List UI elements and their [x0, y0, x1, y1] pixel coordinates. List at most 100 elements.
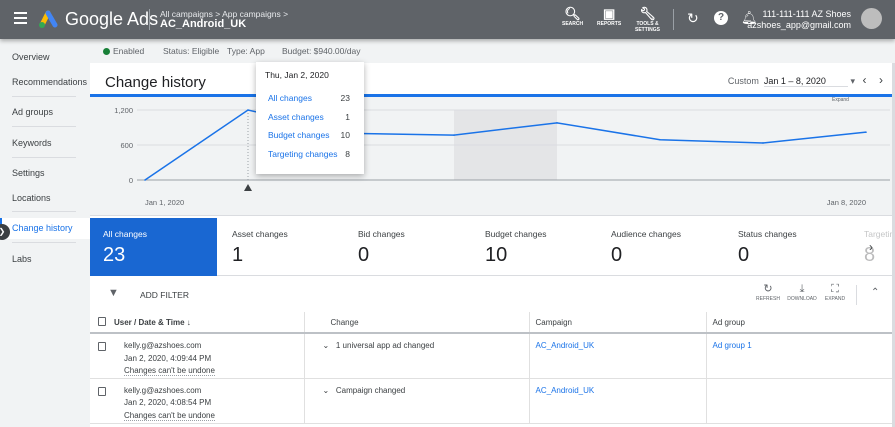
y-tick-label: 1,200: [114, 106, 133, 115]
undo-note[interactable]: Changes can't be undone: [124, 410, 215, 421]
campaign-status-bar: Enabled Status: Eligible Type: App Budge…: [90, 39, 895, 63]
divider: [12, 211, 76, 212]
chart-tooltip: Thu, Jan 2, 2020 All changes 23 Asset cha…: [256, 62, 364, 174]
download-icon: ⤓: [799, 283, 805, 295]
campaign-link[interactable]: AC_Android_UK: [536, 341, 595, 350]
filter-icon[interactable]: ▼: [108, 287, 119, 299]
select-all-checkbox[interactable]: [98, 317, 106, 326]
tooltip-row[interactable]: All changes 23: [268, 93, 350, 103]
sidebar: Overview Recommendations Ad groups Keywo…: [0, 39, 90, 427]
data-point: [144, 179, 146, 181]
row-checkbox[interactable]: [98, 342, 106, 351]
column-user-date-time[interactable]: User / Date & Time ↓: [90, 312, 305, 334]
search-icon: 🔍︎: [564, 6, 581, 21]
date-range-value[interactable]: Jan 1 – 8, 2020: [763, 76, 848, 87]
undo-note[interactable]: Changes can't be undone: [124, 366, 215, 376]
expand-row-chevron-icon[interactable]: ⌄: [323, 386, 330, 395]
user-email: kelly.g@azshoes.com: [124, 341, 202, 350]
page-title: Change history: [105, 74, 206, 91]
metric-asset-changes[interactable]: Asset changes 1: [219, 218, 346, 276]
download-button[interactable]: ⤓ DOWNLOAD: [787, 283, 817, 302]
fullscreen-icon: ⛶: [831, 283, 839, 295]
data-point: [556, 122, 558, 124]
help-icon[interactable]: ?: [714, 11, 728, 25]
expand-button[interactable]: ⛶ EXPAND: [820, 283, 850, 302]
sidebar-item-keywords[interactable]: Keywords: [12, 138, 52, 148]
eligibility-status: Status: Eligible: [163, 46, 220, 56]
collapse-chevron-icon[interactable]: ⌃: [871, 287, 879, 298]
change-chart: Expand 0 600 1,200 Jan 1, 2020 Jan 8, 2020: [90, 94, 895, 216]
divider: [12, 157, 76, 158]
tooltip-row[interactable]: Budget changes 10: [268, 130, 350, 140]
dropdown-icon[interactable]: ▾: [850, 76, 855, 86]
refresh-icon: ↻: [763, 283, 773, 295]
date-range-selector[interactable]: Custom Jan 1 – 8, 2020 ▾ ‹ ›: [728, 73, 883, 87]
metric-status-changes[interactable]: Status changes 0: [725, 218, 852, 276]
menu-icon[interactable]: [14, 12, 27, 26]
change-history-table: User / Date & Time ↓ Change Campaign Ad …: [90, 312, 895, 424]
wrench-icon: 🔧︎: [639, 6, 656, 21]
tools-settings-button[interactable]: 🔧︎ TOOLS & SETTINGS: [635, 6, 660, 34]
selected-date-triangle-icon: [244, 184, 252, 191]
change-description: Campaign changed: [335, 385, 406, 395]
budget[interactable]: Budget: $940.00/day: [282, 46, 360, 56]
top-bar: Google Ads All campaigns > App campaigns…: [0, 0, 895, 39]
metric-targeting-changes[interactable]: Targeting8: [851, 218, 895, 276]
column-campaign[interactable]: Campaign: [529, 312, 707, 334]
avatar[interactable]: [861, 8, 882, 29]
campaign-title[interactable]: AC_Android_UK: [160, 18, 246, 30]
column-change[interactable]: Change: [304, 312, 530, 334]
google-ads-logo: [39, 10, 58, 28]
user-email: kelly.g@azshoes.com: [124, 385, 202, 395]
table-row: kelly.g@azshoes.com Jan 2, 2020, 4:08:54 …: [90, 378, 895, 424]
tooltip-row[interactable]: Asset changes 1: [268, 112, 350, 122]
row-checkbox[interactable]: [98, 386, 106, 396]
expand-row-chevron-icon[interactable]: ⌄: [323, 341, 330, 350]
metric-budget-changes[interactable]: Budget changes 10: [472, 218, 599, 276]
change-datetime: Jan 2, 2020, 4:09:44 PM: [124, 353, 212, 363]
add-filter-button[interactable]: ADD FILTER: [140, 290, 189, 300]
tooltip-row[interactable]: Targeting changes 8: [268, 149, 350, 159]
ad-group-link[interactable]: Ad group 1: [713, 341, 752, 350]
reports-button[interactable]: ▣ REPORTS: [597, 7, 621, 28]
previous-period-icon[interactable]: ‹: [862, 73, 866, 87]
sidebar-item-recommendations[interactable]: Recommendations: [12, 77, 87, 87]
search-button[interactable]: 🔍︎ SEARCH: [562, 6, 583, 28]
table-header-row: User / Date & Time ↓ Change Campaign Ad …: [90, 312, 895, 334]
next-metrics-icon[interactable]: ›: [869, 240, 873, 254]
y-tick-label: 600: [120, 141, 133, 150]
sidebar-item-change-history[interactable]: Change history: [0, 218, 90, 239]
metric-audience-changes[interactable]: Audience changes 0: [598, 218, 725, 276]
campaign-type: Type: App: [227, 46, 265, 56]
sidebar-item-settings[interactable]: Settings: [12, 168, 45, 178]
sort-down-arrow-icon: ↓: [186, 318, 191, 327]
change-datetime: Jan 2, 2020, 4:08:54 PM: [124, 398, 212, 407]
metric-bid-changes[interactable]: Bid changes 0: [345, 218, 472, 276]
sidebar-item-locations[interactable]: Locations: [12, 193, 51, 203]
sidebar-item-labs[interactable]: Labs: [12, 254, 32, 264]
change-description: 1 universal app ad changed: [335, 341, 435, 350]
campaign-link[interactable]: AC_Android_UK: [536, 386, 595, 395]
x-tick-label: Jan 8, 2020: [827, 198, 866, 207]
sidebar-item-overview[interactable]: Overview: [12, 52, 50, 62]
next-period-icon[interactable]: ›: [879, 73, 883, 87]
divider: [12, 96, 76, 97]
table-row: kelly.g@azshoes.com Jan 2, 2020, 4:09:44 …: [90, 333, 895, 379]
data-point: [247, 109, 249, 111]
enabled-status[interactable]: Enabled: [103, 46, 144, 56]
metric-all-changes[interactable]: All changes 23: [90, 218, 217, 276]
divider: [673, 9, 674, 30]
status-dot-icon: [103, 48, 110, 55]
sidebar-item-ad-groups[interactable]: Ad groups: [12, 107, 53, 117]
y-tick-label: 0: [129, 176, 133, 185]
refresh-button[interactable]: ↻ REFRESH: [753, 283, 783, 302]
line-chart: 0 600 1,200 Jan 1, 2020 Jan 8, 2020: [114, 106, 890, 207]
x-tick-label: Jan 1, 2020: [145, 198, 184, 207]
data-point: [865, 131, 867, 133]
tooltip-date: Thu, Jan 2, 2020: [265, 70, 329, 80]
account-info[interactable]: 111-111-111 AZ Shoes azshoes_app@gmail.co…: [747, 9, 851, 31]
metric-tabs: All changes 23 Asset changes 1 Bid changes…: [90, 218, 895, 276]
chart-expand-link[interactable]: Expand: [832, 97, 849, 103]
column-ad-group[interactable]: Ad group: [706, 312, 895, 334]
refresh-icon[interactable]: ↻: [687, 10, 699, 27]
